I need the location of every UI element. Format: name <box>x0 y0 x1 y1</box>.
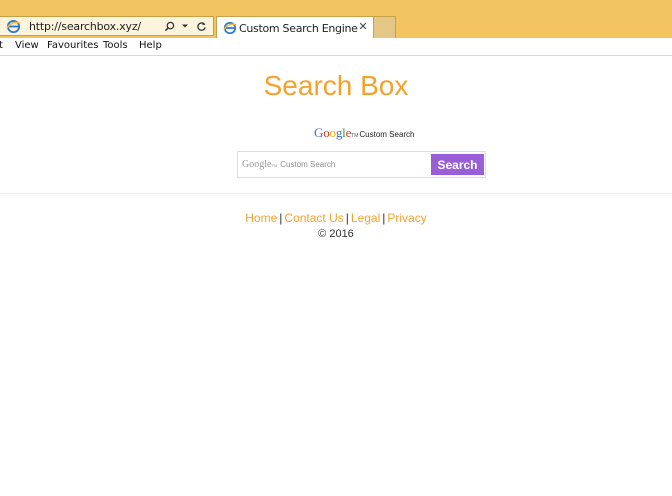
menu-edit[interactable]: t <box>0 40 3 51</box>
footer-separator: | <box>345 211 349 225</box>
copyright: © 2016 <box>318 228 354 240</box>
browser-titlebar: http://searchbox.xyz/ Custom Search Engi… <box>0 0 672 38</box>
google-custom-search-brand: Google TM Custom Search <box>314 125 415 141</box>
tab-title: Custom Search Engine <box>239 22 358 35</box>
search-box: Google TM Custom Search Search <box>237 151 486 178</box>
ie-logo-icon <box>6 19 21 34</box>
new-tab-button[interactable] <box>374 16 396 38</box>
search-input[interactable] <box>240 154 430 175</box>
divider <box>0 193 672 194</box>
footer-separator: | <box>279 211 283 225</box>
menu-favourites[interactable]: Favourites <box>47 40 99 51</box>
tab-custom-search-engine[interactable]: Custom Search Engine ✕ <box>216 16 374 38</box>
menu-help[interactable]: Help <box>139 40 162 51</box>
chevron-down-icon[interactable] <box>179 19 191 33</box>
menu-view[interactable]: View <box>15 40 39 51</box>
menu-bar: t View Favourites Tools Help <box>0 38 672 56</box>
search-button[interactable]: Search <box>431 154 484 175</box>
footer-link-legal[interactable]: Legal <box>351 211 380 225</box>
close-icon[interactable]: ✕ <box>357 20 369 34</box>
footer-link-privacy[interactable]: Privacy <box>387 211 426 225</box>
refresh-icon[interactable] <box>195 19 207 33</box>
footer-separator: | <box>382 211 386 225</box>
google-logo: Google <box>314 125 352 140</box>
address-url[interactable]: http://searchbox.xyz/ <box>29 20 141 33</box>
page-title: Search Box <box>263 70 409 101</box>
google-tm: TM <box>351 133 359 139</box>
ie-logo-icon <box>223 21 237 35</box>
footer-links: Home | Contact Us | Legal | Privacy <box>0 211 672 225</box>
footer-link-contact-us[interactable]: Contact Us <box>284 211 343 225</box>
search-icon[interactable] <box>163 19 175 33</box>
custom-search-label: Custom Search <box>359 130 415 139</box>
footer-link-home[interactable]: Home <box>245 211 277 225</box>
menu-tools[interactable]: Tools <box>103 40 128 51</box>
address-bar[interactable]: http://searchbox.xyz/ <box>0 16 214 36</box>
